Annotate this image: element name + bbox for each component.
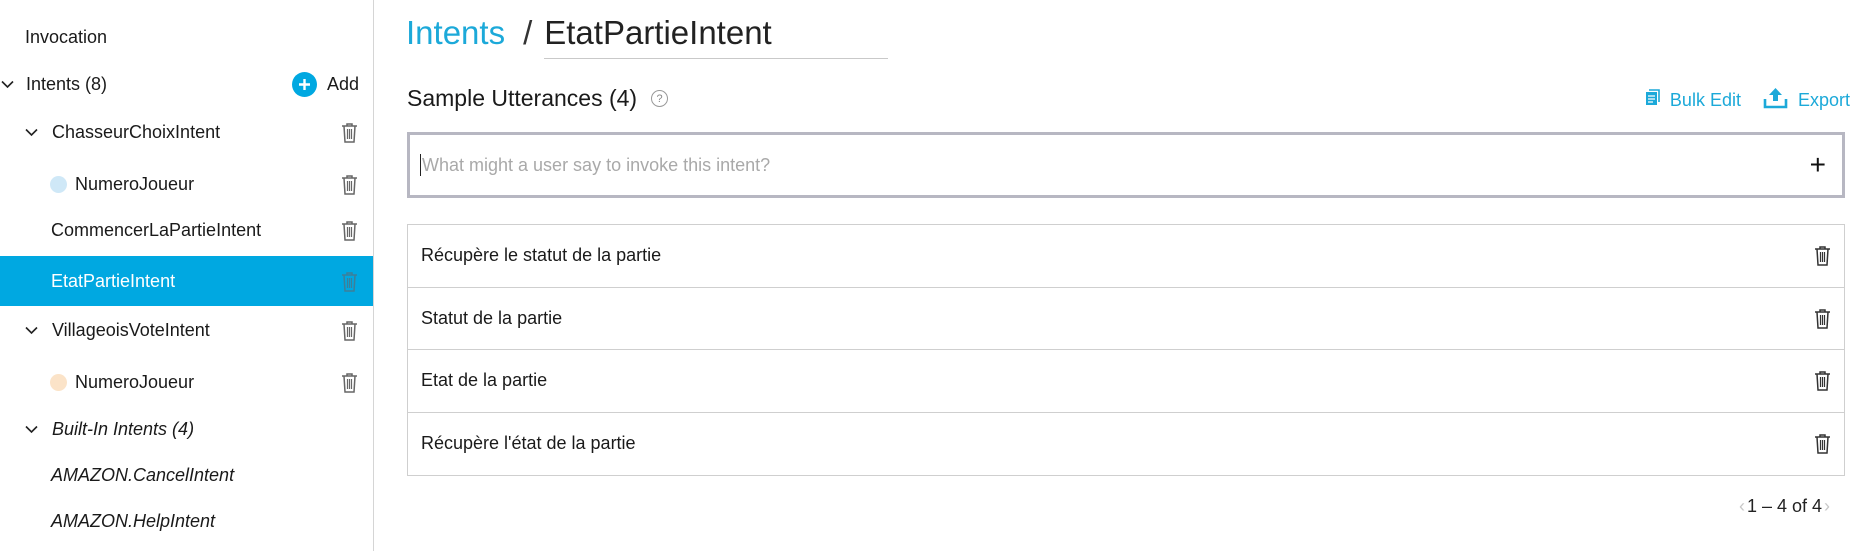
sidebar-item-label: AMAZON.HelpIntent [51,510,216,531]
add-intent-button[interactable]: Add [292,71,360,97]
sidebar-item-label: ChasseurChoixIntent [52,121,221,142]
chevron-left-icon[interactable]: ‹ [1739,496,1745,517]
sidebar-item-slot[interactable]: NumeroJoueur [0,358,373,406]
utterance-text[interactable]: Récupère l'état de la partie [421,433,636,454]
pagination-label: 1 – 4 of 4 [1746,496,1822,516]
breadcrumb: Intents / EtatPartieIntent [406,14,888,59]
sidebar-item-intent[interactable]: ChasseurChoixIntent [0,108,373,156]
add-label: Add [327,73,360,94]
bulk-edit-button[interactable]: Bulk Edit [1645,86,1741,114]
chevron-down-icon[interactable] [24,422,38,436]
sidebar-item-invocation[interactable]: Invocation [0,13,373,61]
trash-icon[interactable] [339,270,359,292]
trash-icon[interactable] [1812,245,1832,267]
utterance-actions: Bulk Edit Export [1645,86,1850,114]
utterance-text[interactable]: Etat de la partie [421,370,547,391]
sidebar-item-label: Built-In Intents (4) [52,418,195,439]
sidebar-item-intent-active[interactable]: EtatPartieIntent [0,256,373,306]
upload-icon [1763,86,1788,114]
slot-color-icon [50,175,67,193]
export-label: Export [1797,89,1850,110]
plus-circle-icon [292,71,317,97]
sidebar-item-intents[interactable]: Intents (8) Add [0,60,373,108]
sidebar-item-label: VillageoisVoteIntent [52,319,210,340]
breadcrumb-intents-link[interactable]: Intents [406,14,505,52]
sidebar-item-label: AMAZON.CancelIntent [51,464,235,485]
utterance-row[interactable]: Etat de la partie [408,350,1844,413]
bulk-edit-icon [1645,89,1660,111]
section-title: Sample Utterances (4) ? [407,85,669,112]
text-caret [420,154,421,176]
sidebar-item-label: CommencerLaPartieIntent [51,219,262,240]
breadcrumb-separator: / [523,14,533,51]
chevron-down-icon[interactable] [0,77,14,91]
utterance-text[interactable]: Récupère le statut de la partie [421,245,661,266]
utterance-row[interactable]: Récupère l'état de la partie [408,413,1844,476]
utterance-input[interactable] [422,154,1810,176]
sidebar-item-label: EtatPartieIntent [51,270,176,291]
add-utterance-icon[interactable]: + [1810,151,1826,179]
sidebar-item-label: NumeroJoueur [75,371,195,392]
trash-icon[interactable] [1812,370,1832,392]
chevron-down-icon[interactable] [24,125,38,139]
help-icon[interactable]: ? [651,90,669,107]
sidebar-item-builtin-intents[interactable]: Built-In Intents (4) [0,405,373,453]
intent-name-field[interactable]: EtatPartieIntent [544,14,888,59]
trash-icon[interactable] [339,319,359,341]
trash-icon[interactable] [339,173,359,195]
slot-color-icon [50,373,67,391]
utterance-input-box[interactable]: + [407,132,1845,198]
export-button[interactable]: Export [1763,86,1850,114]
sidebar: Invocation Intents (8) Add ChasseurChoix… [0,0,374,551]
sidebar-item-label: NumeroJoueur [75,173,195,194]
sample-utterances-title: Sample Utterances (4) [407,85,638,111]
trash-icon[interactable] [1812,433,1832,455]
chevron-down-icon[interactable] [24,323,38,337]
utterance-text[interactable]: Statut de la partie [421,308,562,329]
trash-icon[interactable] [1812,307,1832,329]
utterance-list: Récupère le statut de la partie Statut d… [407,224,1845,476]
trash-icon[interactable] [339,371,359,393]
sidebar-item-builtin[interactable]: AMAZON.CancelIntent [0,451,373,499]
pagination: ‹ 1 – 4 of 4 › [1739,496,1830,517]
bulk-edit-label: Bulk Edit [1669,89,1741,110]
sidebar-item-builtin[interactable]: AMAZON.HelpIntent [0,497,373,545]
utterance-row[interactable]: Récupère le statut de la partie [408,225,1844,288]
sidebar-item-slot[interactable]: NumeroJoueur [0,160,373,208]
chevron-right-icon[interactable]: › [1824,496,1830,517]
sidebar-item-label: Invocation [25,26,108,47]
utterance-row[interactable]: Statut de la partie [408,288,1844,350]
sidebar-item-intent[interactable]: CommencerLaPartieIntent [0,206,373,254]
sidebar-item-intent[interactable]: VillageoisVoteIntent [0,306,373,354]
sidebar-item-label: Intents (8) [26,73,108,94]
trash-icon[interactable] [339,219,359,241]
main-panel: Intents / EtatPartieIntent Sample Uttera… [406,0,1850,551]
trash-icon[interactable] [339,121,359,143]
